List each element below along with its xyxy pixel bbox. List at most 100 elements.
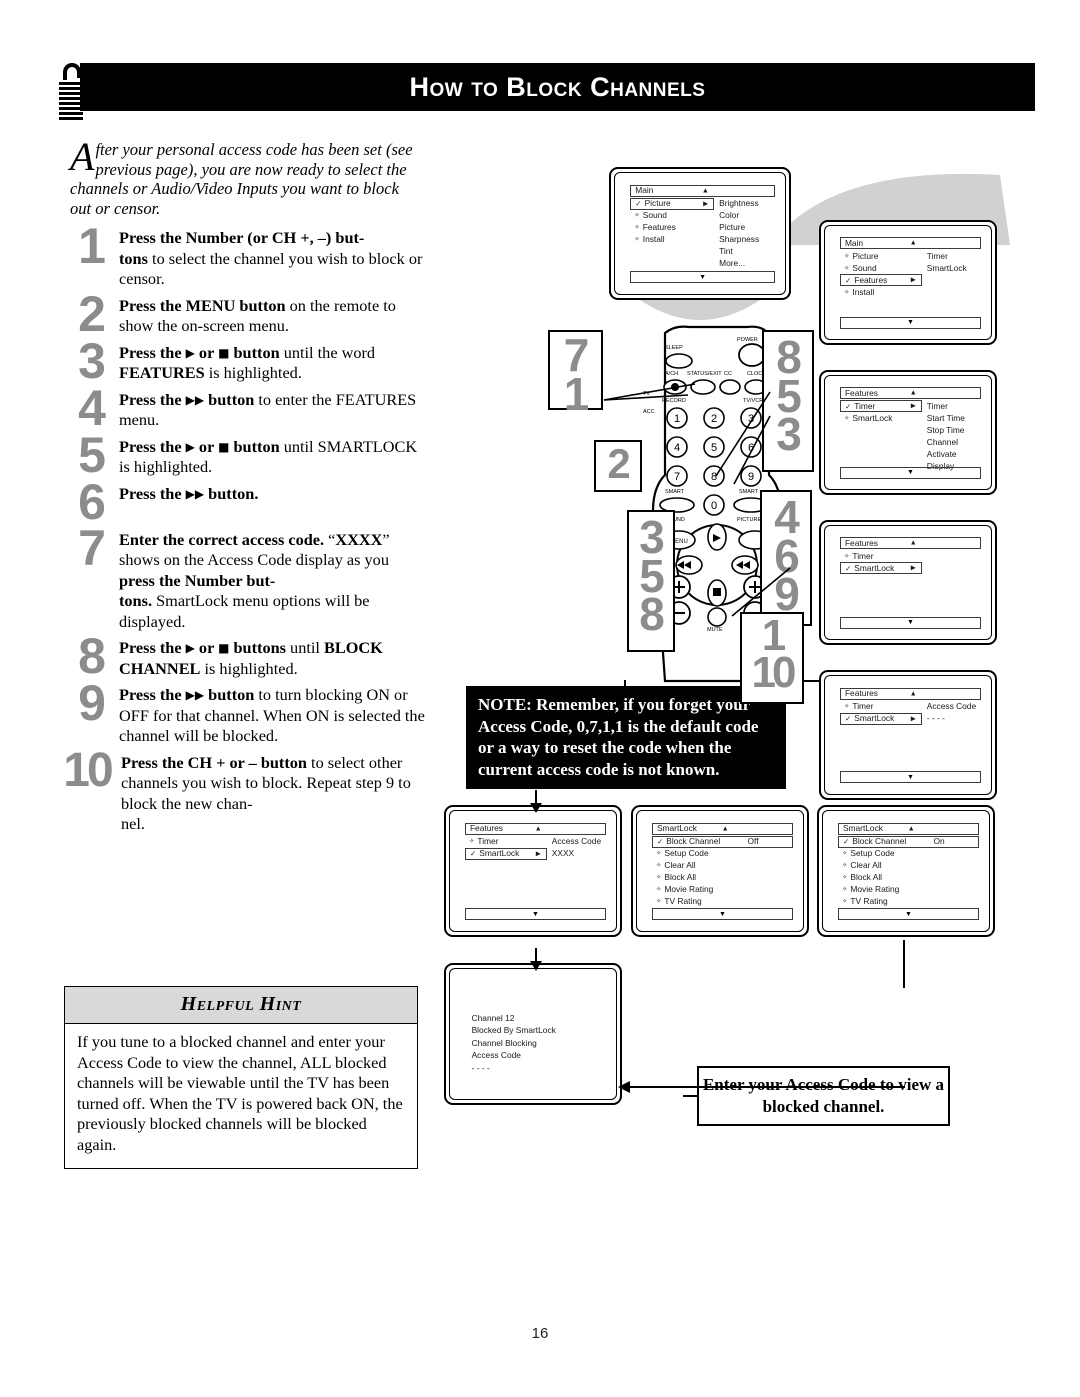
scroll-down-bar[interactable]: ▼ bbox=[630, 271, 775, 284]
osd-row-left[interactable]: ✧ Features bbox=[630, 222, 714, 234]
diamond-bullet-icon: ✧ bbox=[634, 236, 640, 244]
chevron-right-icon[interactable]: ▶ bbox=[911, 275, 916, 287]
osd-row-left[interactable]: ✧ TV Rating bbox=[652, 896, 734, 908]
osd-row-left[interactable]: ✧ Block All bbox=[652, 872, 734, 884]
osd-row-left[interactable]: ✧ Movie Rating bbox=[652, 884, 734, 896]
scroll-up-icon[interactable]: ▲ bbox=[535, 823, 542, 835]
osd-row[interactable]: ✧ Install bbox=[840, 286, 981, 298]
osd-row[interactable]: ✓ Timer ▶ Timer bbox=[839, 400, 981, 413]
scroll-up-icon[interactable]: ▲ bbox=[908, 823, 915, 835]
osd-row-left[interactable]: ✧ Install bbox=[840, 286, 922, 298]
osd-row[interactable]: ✧ Clear All bbox=[838, 860, 979, 872]
osd-row-left[interactable] bbox=[630, 258, 714, 270]
osd-row[interactable]: More... bbox=[630, 258, 775, 270]
osd-row[interactable]: ✧ Timer Access Code bbox=[840, 701, 981, 713]
osd-row-left[interactable]: ✓ SmartLock ▶ bbox=[839, 712, 922, 725]
osd-row[interactable]: ✧ TV Rating bbox=[838, 896, 979, 908]
osd-row-left[interactable]: ✧ Setup Code bbox=[838, 848, 920, 860]
scroll-up-icon[interactable]: ▲ bbox=[910, 538, 917, 550]
osd-row-label: Block All bbox=[664, 872, 697, 883]
chevron-right-icon[interactable]: ▶ bbox=[911, 713, 916, 725]
osd-row-block-channel[interactable]: ✓ Block Channel Off bbox=[651, 836, 794, 848]
scroll-up-icon[interactable]: ▲ bbox=[910, 238, 917, 250]
scroll-down-bar[interactable]: ▼ bbox=[839, 771, 982, 784]
osd-row-left[interactable] bbox=[840, 424, 922, 436]
osd-row[interactable]: ✧ Block All bbox=[838, 872, 979, 884]
osd-row-left[interactable]: ✧ TV Rating bbox=[838, 896, 920, 908]
osd-row[interactable]: ✧ SmartLock Start Time bbox=[840, 412, 981, 424]
osd-row-left[interactable]: ✧ Block All bbox=[838, 872, 920, 884]
osd-row-left[interactable]: ✧ Picture bbox=[840, 250, 922, 262]
osd-row-left[interactable]: ✧ Install bbox=[630, 234, 714, 246]
chevron-right-icon[interactable]: ▶ bbox=[703, 198, 708, 210]
helpful-hint-box: Helpful Hint If you tune to a blocked ch… bbox=[64, 986, 418, 1169]
osd-row[interactable]: ✓ SmartLock ▶ - - - - bbox=[839, 712, 981, 725]
osd-title-label: Features bbox=[844, 537, 878, 548]
osd-row-left[interactable]: ✧ Setup Code bbox=[652, 848, 734, 860]
osd-row[interactable]: ✧ Timer Access Code bbox=[465, 836, 606, 848]
check-icon: ✓ bbox=[469, 849, 477, 859]
osd-row[interactable]: ✧ Sound SmartLock bbox=[840, 262, 981, 274]
osd-row[interactable]: ✧ Install Sharpness bbox=[630, 234, 775, 246]
osd-row[interactable]: ✧ Sound Color bbox=[630, 210, 775, 222]
scroll-down-bar[interactable]: ▼ bbox=[464, 908, 607, 921]
osd-row-left[interactable]: ✧ Sound bbox=[630, 210, 714, 222]
osd-row-left[interactable]: ✓ Features ▶ bbox=[839, 274, 922, 287]
osd-row[interactable]: Activate bbox=[840, 448, 981, 460]
chevron-right-icon[interactable]: ▶ bbox=[536, 848, 541, 860]
osd-row[interactable]: ✓ Picture ▶ Brightness bbox=[630, 198, 775, 211]
scroll-up-icon[interactable]: ▲ bbox=[702, 185, 709, 197]
osd-row[interactable]: ✧ Setup Code bbox=[838, 848, 979, 860]
osd-row-left[interactable]: ✓ Timer ▶ bbox=[839, 400, 922, 413]
osd-row-left[interactable] bbox=[630, 246, 714, 258]
diamond-bullet-icon: ✧ bbox=[655, 874, 662, 882]
osd-row[interactable]: Tint bbox=[630, 246, 775, 258]
osd-row[interactable]: ✓ Features ▶ bbox=[839, 274, 981, 287]
scroll-down-bar[interactable]: ▼ bbox=[839, 316, 982, 329]
scroll-down-bar[interactable]: ▼ bbox=[839, 616, 982, 629]
osd-row-left[interactable]: ✧ Clear All bbox=[838, 860, 920, 872]
osd-row[interactable]: ✧ Movie Rating bbox=[652, 884, 793, 896]
osd-row[interactable]: ✓ SmartLock ▶ XXXX bbox=[464, 848, 606, 860]
osd-row[interactable]: ✧ Clear All bbox=[652, 860, 793, 872]
osd-row[interactable]: ✧ Features Picture bbox=[630, 222, 775, 234]
osd-row-right: Channel bbox=[926, 436, 958, 447]
osd-row[interactable]: Stop Time bbox=[840, 424, 981, 436]
osd-row-left[interactable]: ✧ Sound bbox=[840, 262, 922, 274]
osd-row-label: Timer bbox=[477, 836, 499, 847]
osd-row-left[interactable]: ✧ Timer bbox=[465, 836, 547, 848]
osd-row[interactable]: ✧ Block All bbox=[652, 872, 793, 884]
scroll-up-icon[interactable]: ▲ bbox=[722, 823, 729, 835]
osd-row-left[interactable]: ✧ Timer bbox=[840, 701, 922, 713]
osd-row-left[interactable] bbox=[840, 448, 922, 460]
osd-row[interactable]: ✧ TV Rating bbox=[652, 896, 793, 908]
chevron-right-icon[interactable]: ▶ bbox=[911, 563, 916, 575]
scroll-down-bar[interactable]: ▼ bbox=[651, 908, 794, 921]
osd-row[interactable]: ✓ SmartLock ▶ bbox=[839, 562, 981, 575]
osd-row-block-channel[interactable]: ✓ Block Channel On bbox=[837, 836, 980, 848]
check-icon: ✓ bbox=[844, 563, 852, 573]
step-text: Press the MENU button on the remote to s… bbox=[119, 295, 396, 336]
osd-row[interactable]: ✧ Timer bbox=[840, 550, 981, 562]
osd-row-left[interactable] bbox=[840, 436, 922, 448]
scroll-up-icon[interactable]: ▲ bbox=[910, 688, 917, 700]
osd-row-left[interactable]: ✧ Clear All bbox=[652, 860, 734, 872]
osd-row-left[interactable]: ✓ SmartLock ▶ bbox=[464, 848, 547, 860]
osd-row[interactable]: ✧ Movie Rating bbox=[838, 884, 979, 896]
scroll-up-icon[interactable]: ▲ bbox=[910, 388, 917, 400]
osd-row-right: Sharpness bbox=[719, 234, 760, 245]
osd-row[interactable]: ✧ Picture Timer bbox=[840, 250, 981, 262]
osd-row-left[interactable]: ✧ Timer bbox=[840, 550, 922, 562]
access-code-entered-osd: Features ▲ ✧ Timer Access Code ✓ SmartLock ▶ XXX… bbox=[464, 823, 607, 860]
scroll-down-bar[interactable]: ▼ bbox=[839, 466, 982, 479]
scroll-down-bar[interactable]: ▼ bbox=[837, 908, 980, 921]
osd-row[interactable]: ✧ Setup Code bbox=[652, 848, 793, 860]
osd-row-left[interactable]: ✓ SmartLock ▶ bbox=[839, 562, 922, 575]
osd-row-left[interactable]: ✧ SmartLock bbox=[840, 412, 922, 424]
osd-row-left[interactable]: ✧ Movie Rating bbox=[838, 884, 920, 896]
chevron-right-icon[interactable]: ▶ bbox=[911, 401, 916, 413]
intro-text: fter your personal access code has been … bbox=[70, 140, 413, 218]
osd-row[interactable]: Channel bbox=[840, 436, 981, 448]
osd-row-left[interactable]: ✓ Picture ▶ bbox=[630, 198, 715, 211]
osd-title-label: Features bbox=[844, 387, 878, 398]
